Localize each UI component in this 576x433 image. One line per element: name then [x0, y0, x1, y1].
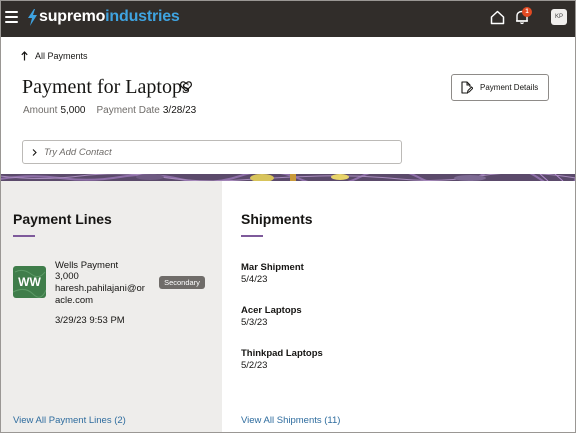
add-contact-placeholder: Try Add Contact — [44, 146, 112, 158]
lightning-bolt-icon — [28, 8, 37, 26]
payment-details-button[interactable]: Payment Details — [451, 74, 549, 101]
shipment-date: 5/4/23 — [241, 274, 268, 285]
payment-lines-accent-bar — [13, 235, 35, 237]
shipments-title: Shipments — [241, 211, 313, 227]
brand-name-part1: supremo — [39, 8, 106, 25]
back-link-label: All Payments — [35, 51, 88, 61]
heart-icon[interactable] — [180, 81, 192, 92]
payment-line-name: Wells Payment — [55, 260, 119, 271]
secondary-badge: Secondary — [159, 276, 205, 289]
payment-meta: Amount 5,000 Payment Date 3/28/23 — [23, 105, 207, 116]
amount-value: 5,000 — [60, 105, 86, 116]
document-edit-icon — [461, 81, 473, 94]
arrow-up-icon — [21, 51, 28, 61]
shipment-date: 5/2/23 — [241, 360, 268, 371]
view-all-payment-lines-link[interactable]: View All Payment Lines (2) — [13, 415, 126, 426]
shipment-name[interactable]: Mar Shipment — [241, 262, 304, 273]
shipments-accent-bar — [241, 235, 263, 237]
notification-badge: 1 — [522, 7, 532, 17]
hamburger-icon[interactable] — [5, 11, 18, 23]
page-title: Payment for Laptops — [22, 76, 190, 98]
decorative-pattern-band — [0, 174, 576, 181]
shipment-name[interactable]: Acer Laptops — [241, 305, 302, 316]
add-contact-field[interactable]: Try Add Contact — [22, 140, 402, 164]
chevron-right-icon — [32, 148, 37, 156]
shipment-date: 5/3/23 — [241, 317, 268, 328]
brand-name-part2: industries — [105, 8, 180, 25]
brand-logo[interactable]: supremo industries — [27, 7, 180, 27]
back-to-all-payments-link[interactable]: All Payments — [21, 51, 88, 61]
payment-line-email-2: acle.com — [55, 295, 94, 306]
avatar-initials: WW — [18, 275, 41, 289]
view-all-shipments-link[interactable]: View All Shipments (11) — [241, 415, 340, 426]
payment-line-email-1: haresh.pahilajani@or — [55, 283, 145, 294]
payment-line-amount: 3,000 — [55, 271, 79, 282]
payment-date-value: 3/28/23 — [162, 105, 197, 116]
payment-line-datetime: 3/29/23 9:53 PM — [55, 315, 125, 326]
payment-lines-title: Payment Lines — [13, 211, 112, 227]
payment-details-label: Payment Details — [480, 83, 539, 92]
top-bar: supremo industries 1 KP — [0, 0, 576, 37]
payment-line-avatar[interactable]: WW — [13, 266, 46, 298]
shipment-name[interactable]: Thinkpad Laptops — [241, 348, 323, 359]
user-avatar[interactable]: KP — [551, 9, 567, 25]
amount-label: Amount — [23, 105, 58, 116]
payment-date-label: Payment Date — [96, 105, 160, 116]
home-icon[interactable] — [490, 10, 505, 25]
